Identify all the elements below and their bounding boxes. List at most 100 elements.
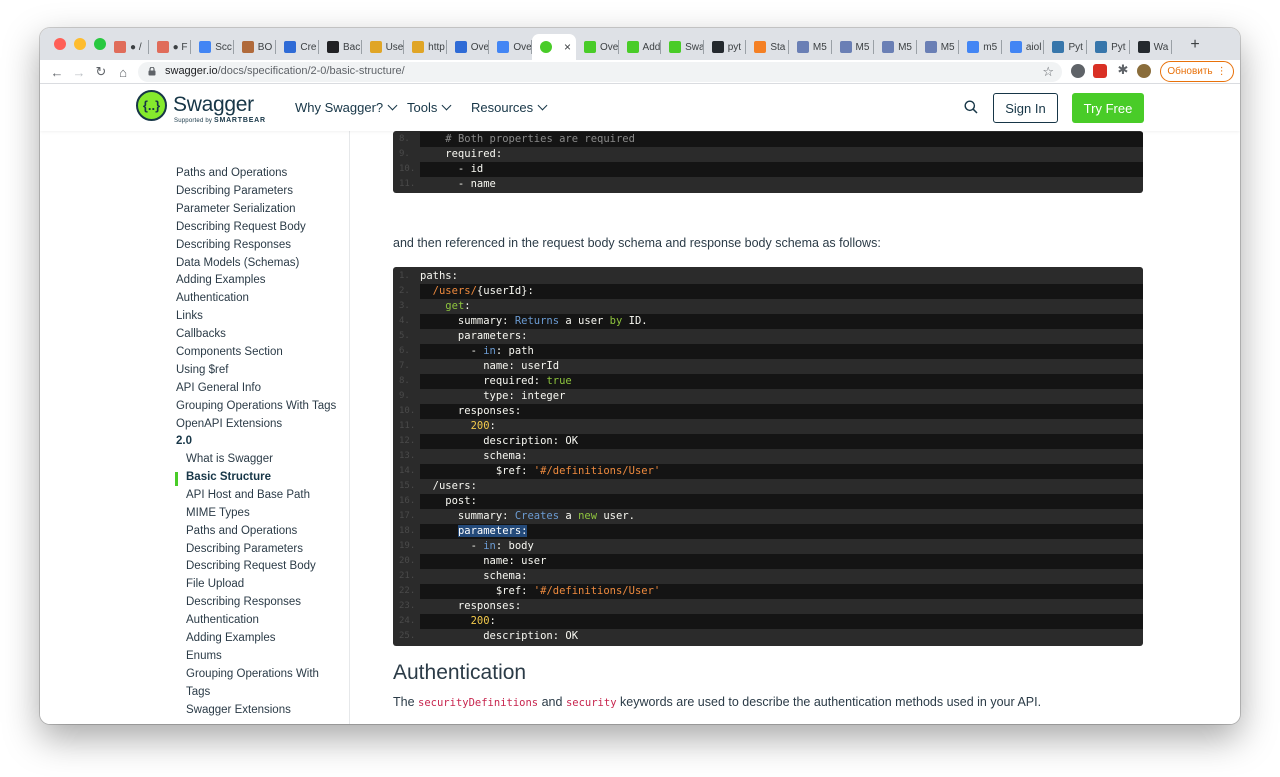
sidebar-item[interactable]: Describing Request Body <box>186 560 316 572</box>
sidebar-item[interactable]: Describing Responses <box>176 239 291 251</box>
sidebar-item[interactable]: MIME Types <box>186 507 250 519</box>
sidebar-item[interactable]: Links <box>176 310 203 322</box>
sidebar-item[interactable]: Grouping Operations With <box>186 668 319 680</box>
browser-tab[interactable]: Swa <box>661 34 704 60</box>
address-bar[interactable]: swagger.io/docs/specification/2-0/basic-… <box>138 62 1062 82</box>
browser-tab[interactable]: ● F <box>149 34 192 60</box>
tab-label: Scc <box>215 41 232 53</box>
browser-tab[interactable]: × <box>531 34 576 60</box>
nav-why-swagger[interactable]: Why Swagger? <box>295 100 398 115</box>
browser-tab[interactable]: ● / <box>106 34 149 60</box>
home-icon[interactable]: ⌂ <box>114 63 132 81</box>
browser-tab[interactable]: Sta <box>746 34 789 60</box>
sidebar-item[interactable]: API Host and Base Path <box>186 489 310 501</box>
code-line: 2. /users/{userId}: <box>393 284 1143 299</box>
browser-tab[interactable]: Ove <box>576 34 619 60</box>
search-icon[interactable] <box>964 100 978 114</box>
sidebar-item[interactable]: Authentication <box>176 292 249 304</box>
back-icon <box>326 41 339 53</box>
bookmark-star-icon[interactable]: ☆ <box>1042 64 1054 80</box>
sidebar-item[interactable]: Enums <box>186 650 222 662</box>
code-line: 5. parameters: <box>393 329 1143 344</box>
sidebar-item[interactable]: Describing Parameters <box>176 185 293 197</box>
sidebar-item[interactable]: Adding Examples <box>176 274 266 286</box>
tab-label: Ove <box>470 41 490 53</box>
aws-icon <box>156 41 169 53</box>
sidebar-item[interactable]: API General Info <box>176 382 261 394</box>
logo-text[interactable]: Swagger <box>173 93 254 117</box>
browser-tab[interactable]: pyt <box>704 34 747 60</box>
try-free-button[interactable]: Try Free <box>1072 93 1144 123</box>
sidebar-item[interactable]: Using $ref <box>176 364 228 376</box>
github-icon <box>711 41 724 53</box>
sidebar-item[interactable]: File Upload <box>186 578 244 590</box>
sidebar-item[interactable]: Paths and Operations <box>176 167 287 179</box>
sidebar-item[interactable]: What is Swagger <box>186 453 273 465</box>
extension-red-icon[interactable] <box>1093 64 1107 78</box>
tab-label: Use <box>385 41 404 53</box>
browser-tab[interactable]: Ove <box>489 34 532 60</box>
reload-icon[interactable]: ↻ <box>92 63 110 81</box>
m5-icon <box>796 41 809 53</box>
sidebar-item[interactable]: Callbacks <box>176 328 226 340</box>
sidebar-item[interactable]: Components Section <box>176 346 283 358</box>
nav-resources[interactable]: Resources <box>471 100 548 115</box>
browser-tab[interactable]: M5 <box>917 34 960 60</box>
browser-tab[interactable]: Pyt <box>1087 34 1130 60</box>
sign-in-button[interactable]: Sign In <box>993 93 1058 123</box>
browser-tab[interactable]: Scc <box>191 34 234 60</box>
sidebar-item[interactable]: Grouping Operations With Tags <box>176 400 336 412</box>
sidebar-item[interactable]: Swagger Extensions <box>186 704 291 716</box>
sidebar-item-active[interactable]: Basic Structure <box>186 471 271 483</box>
browser-tab[interactable]: aiol <box>1002 34 1045 60</box>
chevron-down-icon <box>441 100 452 111</box>
browser-tab[interactable]: Cre <box>276 34 319 60</box>
profile-avatar[interactable] <box>1137 64 1151 78</box>
sidebar-item[interactable]: Tags <box>186 686 210 698</box>
sidebar-item[interactable]: Describing Parameters <box>186 543 303 555</box>
tab-label: m5 <box>983 41 998 53</box>
sidebar-item[interactable]: Authentication <box>186 614 259 626</box>
extensions-puzzle-icon[interactable]: ✱ <box>1115 62 1131 77</box>
swagger-logo-icon[interactable]: {..} <box>136 90 167 121</box>
browser-tab[interactable]: M5 <box>832 34 875 60</box>
browser-tab[interactable]: Ove <box>447 34 490 60</box>
sidebar-section-2-0[interactable]: 2.0 <box>176 435 192 447</box>
sidebar-item[interactable]: Data Models (Schemas) <box>176 257 299 269</box>
update-button[interactable]: Обновить ⋮ <box>1160 61 1234 82</box>
browser-tab[interactable]: Add <box>619 34 662 60</box>
forward-icon[interactable]: → <box>70 63 88 81</box>
sidebar-item[interactable]: Describing Responses <box>186 596 301 608</box>
zoom-window-button[interactable] <box>94 38 106 50</box>
browser-tab[interactable]: Wa <box>1130 34 1173 60</box>
sidebar-item[interactable]: Parameter Serialization <box>176 203 296 215</box>
tab-label: Ove <box>599 41 619 53</box>
code-text: 200: <box>420 614 1143 629</box>
code-text: $ref: '#/definitions/User' <box>420 584 1143 599</box>
code-text: 200: <box>470 420 496 432</box>
close-window-button[interactable] <box>54 38 66 50</box>
new-tab-button[interactable]: + <box>1186 36 1204 54</box>
sidebar-item[interactable]: Adding Examples <box>186 632 276 644</box>
docs-icon <box>497 41 510 53</box>
browser-tab[interactable]: BO <box>234 34 277 60</box>
browser-tab[interactable]: Bac <box>319 34 362 60</box>
browser-tab[interactable]: Pyt <box>1044 34 1087 60</box>
browser-tab[interactable]: M5 <box>789 34 832 60</box>
line-number: 19. <box>399 541 416 551</box>
browser-tab[interactable]: m5 <box>959 34 1002 60</box>
browser-tab[interactable]: M5 <box>874 34 917 60</box>
minimize-window-button[interactable] <box>74 38 86 50</box>
browser-tab[interactable]: http <box>404 34 447 60</box>
sidebar-item[interactable]: OpenAPI Extensions <box>176 418 282 430</box>
code-block-top: 8. # Both properties are required 9. requ… <box>393 131 1143 193</box>
close-tab-icon[interactable]: × <box>564 40 571 54</box>
sidebar-item[interactable]: Describing Request Body <box>176 221 306 233</box>
google-icon <box>967 41 980 53</box>
code-text: # Both properties are required <box>420 132 1143 147</box>
extension-shield-icon[interactable] <box>1071 64 1085 78</box>
back-icon[interactable]: ← <box>48 63 66 81</box>
browser-tab[interactable]: Use <box>362 34 405 60</box>
nav-tools[interactable]: Tools <box>407 100 452 115</box>
sidebar-item[interactable]: Paths and Operations <box>186 525 297 537</box>
